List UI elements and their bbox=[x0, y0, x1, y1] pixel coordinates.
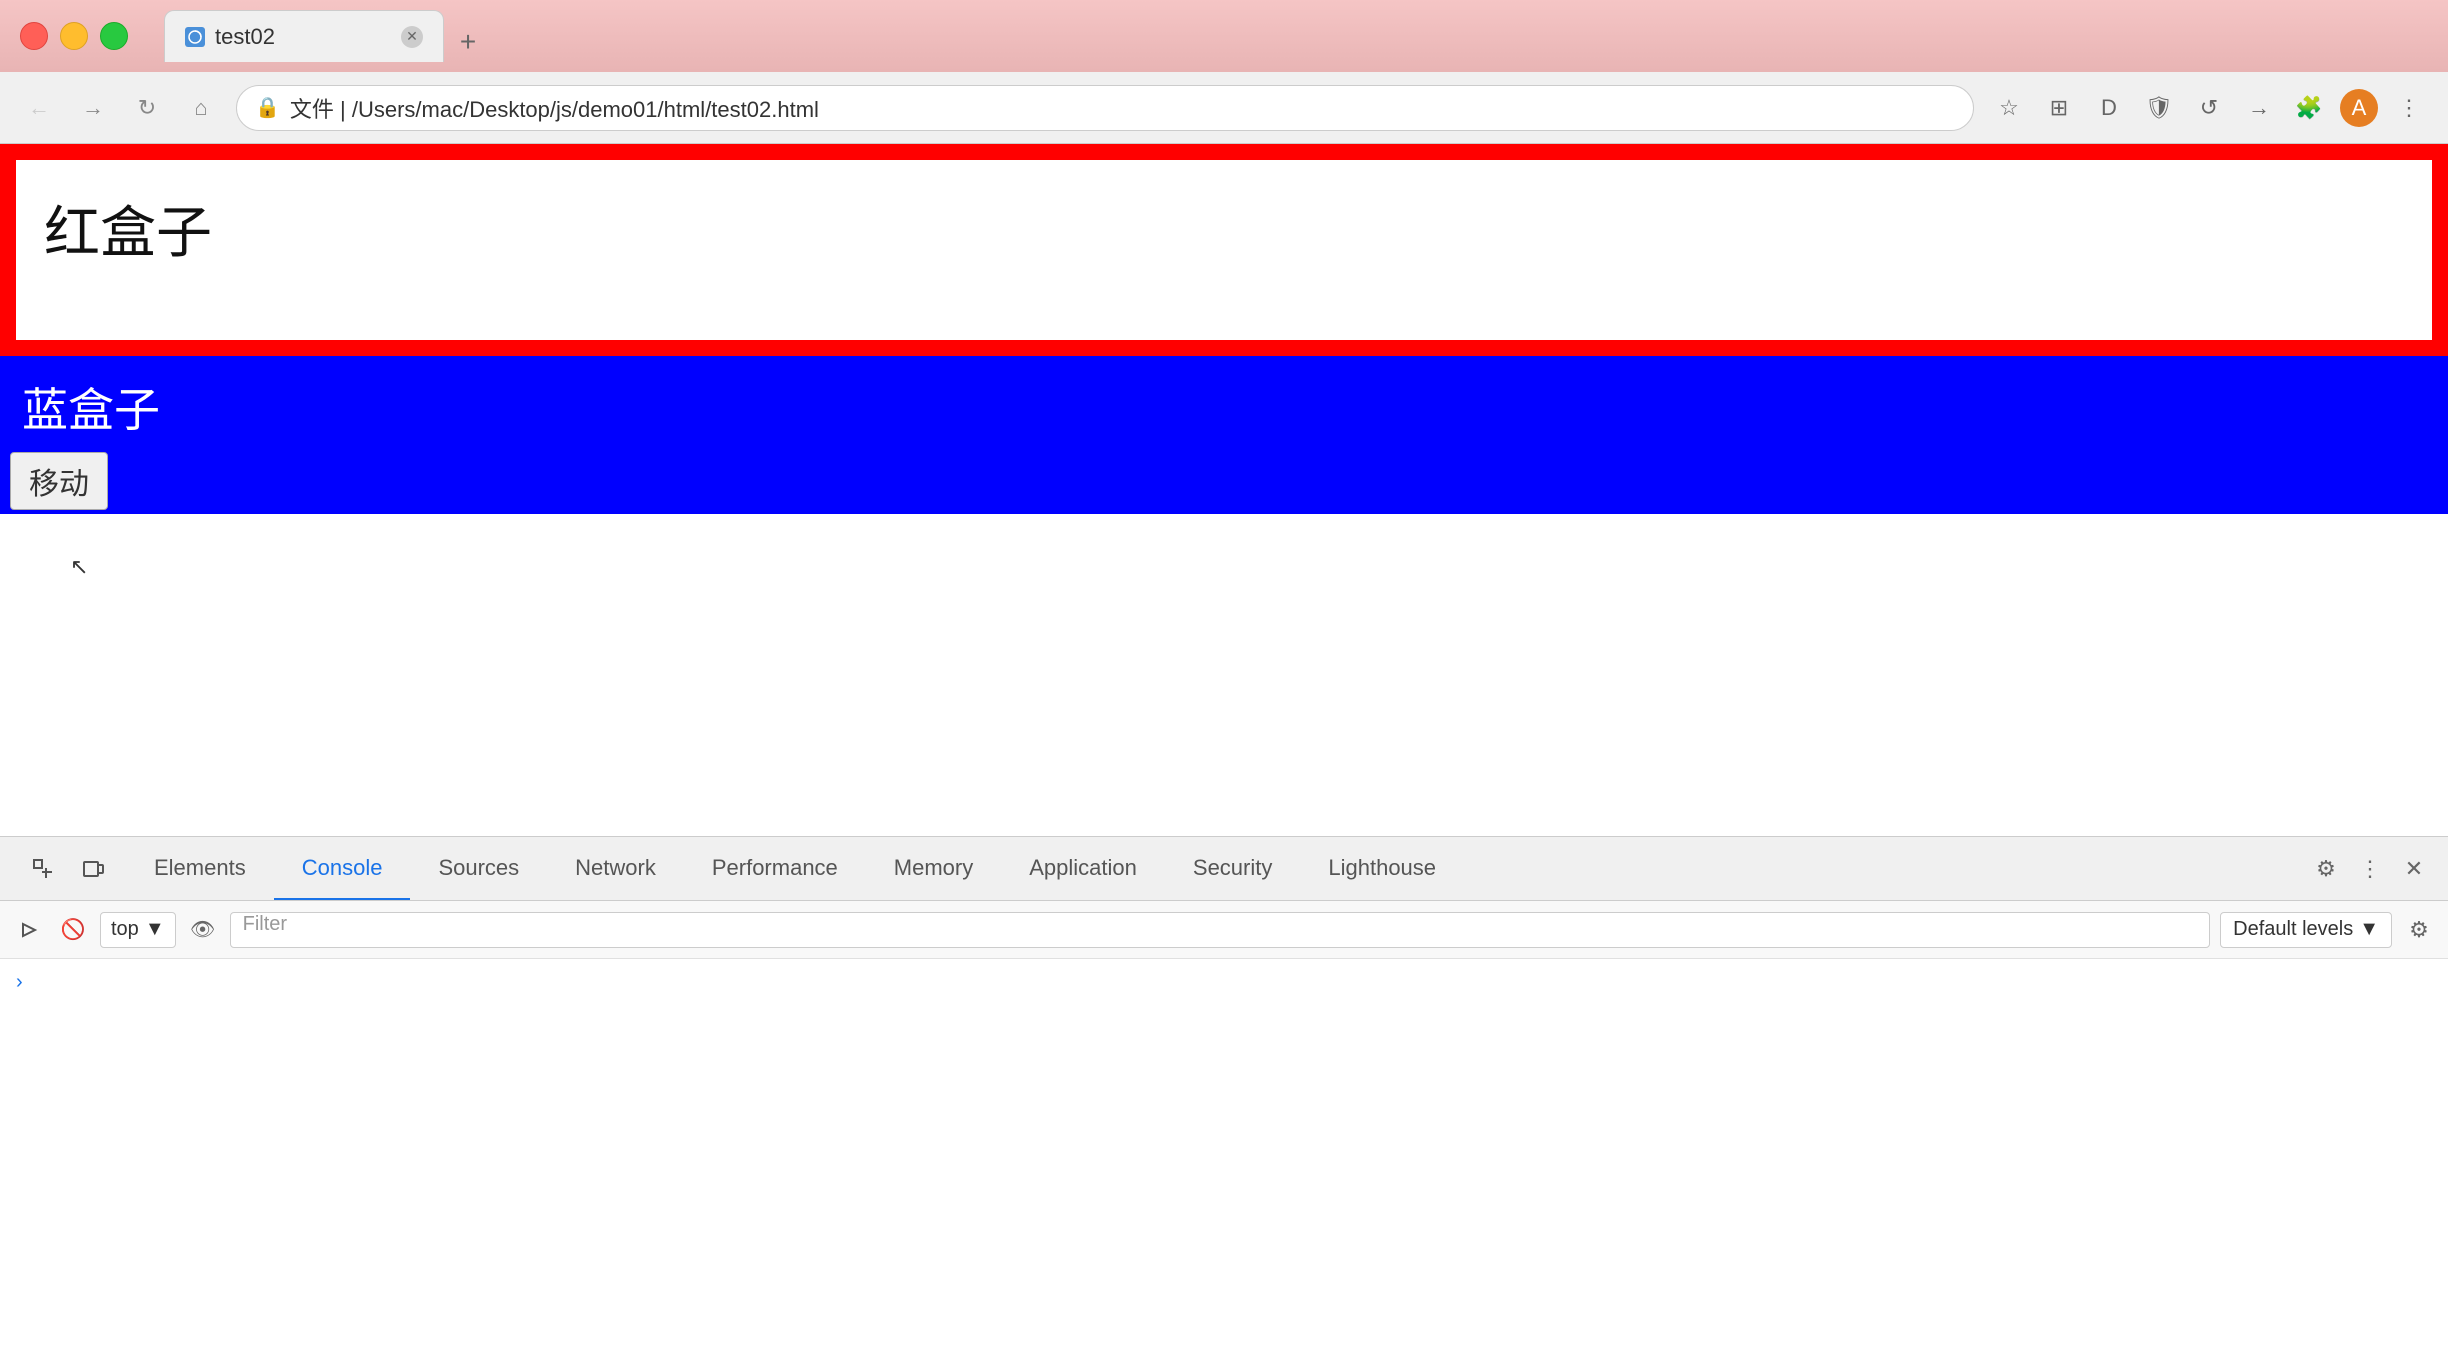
cursor-indicator: ↖ bbox=[70, 554, 88, 580]
move-button[interactable]: 移动 bbox=[10, 452, 108, 510]
extensions-button[interactable]: 🧩 bbox=[2290, 89, 2328, 127]
tab-title: test02 bbox=[215, 24, 391, 50]
reload-button[interactable]: ↻ bbox=[128, 89, 166, 127]
device-toolbar-icon[interactable] bbox=[76, 852, 110, 886]
devtools-tab-actions: ⚙ ⋮ ✕ bbox=[2292, 837, 2448, 900]
tab-favicon-icon bbox=[185, 27, 205, 47]
address-text: 文件 | /Users/mac/Desktop/js/demo01/html/t… bbox=[290, 92, 1955, 124]
devtools-tab-list: Elements Console Sources Network Perform… bbox=[126, 837, 2292, 900]
maximize-button[interactable] bbox=[100, 22, 128, 50]
chevron-down-icon-levels: ▼ bbox=[2359, 918, 2379, 941]
console-filter-input[interactable]: Filter bbox=[230, 912, 2211, 948]
browser-tab[interactable]: test02 ✕ bbox=[164, 10, 444, 62]
tab-network[interactable]: Network bbox=[547, 837, 684, 900]
extension-shield-button[interactable]: 🛡 bbox=[2140, 89, 2178, 127]
tab-bar: test02 ✕ + bbox=[164, 10, 2428, 62]
blue-box-label: 蓝盒子 bbox=[22, 374, 2426, 440]
address-bar[interactable]: 🔒 文件 | /Users/mac/Desktop/js/demo01/html… bbox=[236, 85, 1974, 131]
inspect-element-icon[interactable] bbox=[26, 852, 60, 886]
home-button[interactable]: ⌂ bbox=[182, 89, 220, 127]
console-execute-button[interactable] bbox=[12, 913, 46, 947]
devtools-panel: Elements Console Sources Network Perform… bbox=[0, 836, 2448, 1356]
menu-button[interactable]: ⋮ bbox=[2390, 89, 2428, 127]
title-bar: test02 ✕ + bbox=[0, 0, 2448, 72]
minimize-button[interactable] bbox=[60, 22, 88, 50]
profile-button[interactable]: A bbox=[2340, 89, 2378, 127]
new-tab-button[interactable]: + bbox=[448, 22, 488, 62]
forward-nav-button[interactable]: → bbox=[2240, 89, 2278, 127]
console-toolbar: 🚫 top ▼ 👁 Filter Default levels ▼ ⚙ bbox=[0, 901, 2448, 959]
bookmark-button[interactable]: ☆ bbox=[1990, 89, 2028, 127]
blue-box: 蓝盒子 移动 bbox=[0, 356, 2448, 514]
red-box-inner: 红盒子 bbox=[16, 160, 2432, 340]
cursor-area: ↖ bbox=[0, 514, 2448, 836]
console-prompt-line[interactable]: › bbox=[16, 967, 2432, 998]
lock-icon: 🔒 bbox=[255, 95, 280, 120]
console-context-selector[interactable]: top ▼ bbox=[100, 912, 176, 948]
console-settings-button[interactable]: ⚙ bbox=[2402, 913, 2436, 947]
devtools-icon-group bbox=[10, 837, 126, 900]
nav-actions: ☆ ⊞ D 🛡 ↺ → 🧩 A ⋮ bbox=[1990, 89, 2428, 127]
extension-qr-button[interactable]: ⊞ bbox=[2040, 89, 2078, 127]
console-levels-label: Default levels bbox=[2233, 918, 2353, 941]
filter-placeholder: Filter bbox=[243, 913, 287, 935]
tab-sources[interactable]: Sources bbox=[410, 837, 547, 900]
close-button[interactable] bbox=[20, 22, 48, 50]
console-chevron-icon: › bbox=[16, 971, 23, 994]
nav-bar: ← → ↻ ⌂ 🔒 文件 | /Users/mac/Desktop/js/dem… bbox=[0, 72, 2448, 144]
tab-performance[interactable]: Performance bbox=[684, 837, 866, 900]
tab-lighthouse[interactable]: Lighthouse bbox=[1300, 837, 1464, 900]
chevron-down-icon: ▼ bbox=[145, 918, 165, 941]
page-content: 红盒子 蓝盒子 移动 ↖ bbox=[0, 144, 2448, 836]
console-levels-button[interactable]: Default levels ▼ bbox=[2220, 912, 2392, 948]
console-clear-button[interactable]: 🚫 bbox=[56, 913, 90, 947]
tab-memory[interactable]: Memory bbox=[866, 837, 1001, 900]
red-box-label: 红盒子 bbox=[44, 201, 212, 264]
devtools-close-button[interactable]: ✕ bbox=[2396, 851, 2432, 887]
tab-application[interactable]: Application bbox=[1001, 837, 1165, 900]
tab-close-button[interactable]: ✕ bbox=[401, 26, 423, 48]
tab-elements[interactable]: Elements bbox=[126, 837, 274, 900]
browser-window: test02 ✕ + ← → ↻ ⌂ 🔒 文件 | /Users/mac/Des… bbox=[0, 0, 2448, 1356]
console-content: › bbox=[0, 959, 2448, 1356]
console-context-value: top bbox=[111, 918, 139, 941]
devtools-tab-bar: Elements Console Sources Network Perform… bbox=[0, 837, 2448, 901]
back-button[interactable]: ← bbox=[20, 89, 58, 127]
devtools-more-button[interactable]: ⋮ bbox=[2352, 851, 2388, 887]
refresh-button[interactable]: ↺ bbox=[2190, 89, 2228, 127]
devtools-settings-button[interactable]: ⚙ bbox=[2308, 851, 2344, 887]
forward-button[interactable]: → bbox=[74, 89, 112, 127]
extension-d-button[interactable]: D bbox=[2090, 89, 2128, 127]
tab-console[interactable]: Console bbox=[274, 837, 411, 900]
tab-security[interactable]: Security bbox=[1165, 837, 1300, 900]
console-eye-button[interactable]: 👁 bbox=[186, 913, 220, 947]
blue-box-inner: 蓝盒子 bbox=[10, 366, 2438, 448]
traffic-lights bbox=[20, 22, 128, 50]
red-box: 红盒子 bbox=[0, 144, 2448, 356]
